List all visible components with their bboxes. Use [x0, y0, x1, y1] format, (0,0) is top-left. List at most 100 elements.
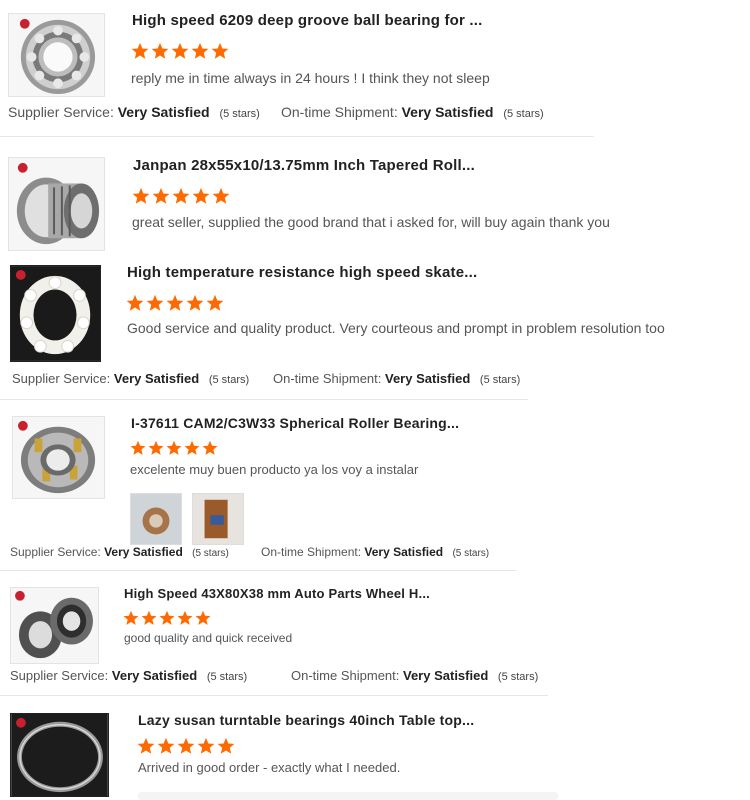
rating-stars [131, 42, 229, 65]
shipment-stars: (5 stars) [479, 374, 521, 386]
supplier-service-value: Very Satisfied [113, 371, 200, 386]
shipment-stars: (5 stars) [452, 548, 490, 559]
star-icon [157, 737, 175, 760]
star-icon [130, 440, 146, 461]
star-icon [192, 187, 210, 210]
star-icon [141, 610, 157, 631]
review-comment: excelente muy buen producto ya los voy a… [130, 462, 419, 477]
supplier-service-rating: Supplier Service: Very Satisfied (5 star… [10, 545, 229, 559]
reply-bar [138, 792, 558, 800]
product-thumbnail[interactable] [8, 157, 105, 251]
star-icon [186, 294, 204, 317]
star-icon [137, 737, 155, 760]
product-title[interactable]: I-37611 CAM2/C3W33 Spherical Roller Bear… [131, 415, 459, 431]
spherical-roller-bearing-image [13, 417, 104, 498]
supplier-service-label: Supplier Service: [10, 668, 109, 683]
star-icon [166, 294, 184, 317]
star-icon [131, 42, 149, 65]
supplier-service-value: Very Satisfied [111, 668, 198, 683]
supplier-service-stars: (5 stars) [192, 548, 229, 559]
star-icon [177, 737, 195, 760]
star-icon [148, 440, 164, 461]
star-icon [126, 294, 144, 317]
shipment-rating: On-time Shipment: Very Satisfied (5 star… [281, 104, 544, 120]
supplier-service-label: Supplier Service: [12, 371, 111, 386]
shipment-stars: (5 stars) [503, 108, 544, 120]
star-icon [206, 294, 224, 317]
review-comment: good quality and quick received [124, 631, 293, 645]
supplier-service-stars: (5 stars) [206, 671, 248, 683]
shipment-label: On-time Shipment: [281, 104, 398, 120]
supplier-service-rating: Supplier Service: Very Satisfied (5 star… [10, 668, 247, 683]
lazy-susan-bearing-image [11, 714, 108, 796]
shipment-value: Very Satisfied [401, 104, 494, 120]
review-photo[interactable] [192, 493, 244, 545]
supplier-service-value: Very Satisfied [117, 104, 210, 120]
star-icon [211, 42, 229, 65]
product-thumbnail[interactable] [12, 416, 105, 499]
product-thumbnail[interactable] [10, 713, 109, 797]
star-icon [195, 610, 211, 631]
shipment-value: Very Satisfied [403, 668, 489, 683]
review-comment: Good service and quality product. Very c… [127, 320, 665, 336]
product-thumbnail[interactable] [8, 13, 105, 97]
deep-groove-bearing-image [9, 14, 104, 96]
supplier-service-stars: (5 stars) [208, 374, 250, 386]
star-icon [151, 42, 169, 65]
review-comment: reply me in time always in 24 hours ! I … [131, 70, 490, 86]
product-thumbnail[interactable] [10, 265, 101, 362]
review-comment: Arrived in good order - exactly what I n… [138, 760, 401, 775]
product-title[interactable]: Janpan 28x55x10/13.75mm Inch Tapered Rol… [133, 157, 475, 174]
supplier-service-rating: Supplier Service: Very Satisfied (5 star… [8, 104, 260, 120]
star-icon [184, 440, 200, 461]
supplier-service-stars: (5 stars) [219, 108, 260, 120]
rating-stars [123, 610, 211, 631]
shipment-label: On-time Shipment: [291, 668, 400, 683]
rating-stars [130, 440, 218, 461]
star-icon [123, 610, 139, 631]
ceramic-bearing-image [11, 266, 100, 361]
star-icon [146, 294, 164, 317]
supplier-service-rating: Supplier Service: Very Satisfied (5 star… [12, 371, 249, 386]
star-icon [166, 440, 182, 461]
star-icon [159, 610, 175, 631]
product-title[interactable]: Lazy susan turntable bearings 40inch Tab… [138, 712, 474, 728]
shipment-value: Very Satisfied [385, 371, 471, 386]
tapered-roller-bearing-image [9, 158, 104, 250]
supplier-service-label: Supplier Service: [10, 545, 101, 559]
product-title[interactable]: High speed 6209 deep groove ball bearing… [132, 12, 483, 29]
shipment-rating: On-time Shipment: Very Satisfied (5 star… [291, 668, 538, 683]
rating-stars [137, 737, 235, 760]
shipment-label: On-time Shipment: [261, 545, 362, 559]
star-icon [197, 737, 215, 760]
review-photo[interactable] [130, 493, 182, 545]
star-icon [212, 187, 230, 210]
rating-stars [132, 187, 230, 210]
star-icon [202, 440, 218, 461]
supplier-service-label: Supplier Service: [8, 104, 114, 120]
product-thumbnail[interactable] [10, 587, 99, 664]
product-title[interactable]: High temperature resistance high speed s… [127, 264, 477, 281]
shipment-rating: On-time Shipment: Very Satisfied (5 star… [261, 545, 489, 559]
review-comment: great seller, supplied the good brand th… [132, 214, 610, 230]
review-photo-image [131, 494, 181, 544]
shipment-value: Very Satisfied [364, 545, 444, 559]
review-divider [0, 399, 528, 400]
shipment-stars: (5 stars) [497, 671, 539, 683]
review-photo-image [193, 494, 243, 544]
wheel-hub-bearing-image [11, 588, 98, 663]
star-icon [132, 187, 150, 210]
rating-stars [126, 294, 224, 317]
review-divider [0, 136, 594, 137]
review-divider [0, 695, 548, 696]
star-icon [191, 42, 209, 65]
product-title[interactable]: High Speed 43X80X38 mm Auto Parts Wheel … [124, 586, 430, 601]
review-divider [0, 570, 516, 571]
star-icon [152, 187, 170, 210]
star-icon [171, 42, 189, 65]
star-icon [217, 737, 235, 760]
supplier-service-value: Very Satisfied [104, 545, 183, 559]
shipment-label: On-time Shipment: [273, 371, 382, 386]
shipment-rating: On-time Shipment: Very Satisfied (5 star… [273, 371, 520, 386]
star-icon [177, 610, 193, 631]
